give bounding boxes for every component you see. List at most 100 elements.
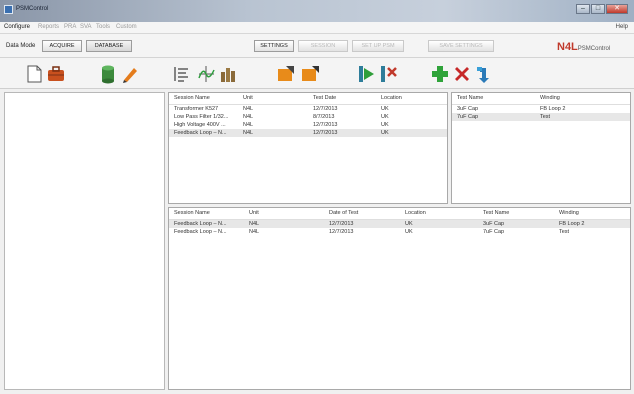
table-row[interactable]: 3uF Cap FB Loop 2: [452, 105, 630, 113]
table-cell: 3uF Cap: [483, 221, 505, 227]
refresh-icon[interactable]: [474, 64, 494, 84]
table-cell: 12/7/2013: [329, 229, 354, 235]
brand-logo: N4LPSMControl: [557, 41, 610, 53]
toolbar: [0, 58, 634, 89]
open-folder-icon[interactable]: [46, 64, 66, 84]
table-cell: UK: [381, 114, 389, 120]
edit-pencil-icon[interactable]: [120, 64, 140, 84]
table-cell: FB Loop 2: [559, 221, 585, 227]
menu-reports[interactable]: Reports: [38, 24, 59, 30]
mode-bar: Data Mode ACQUIRE DATABASE SETTINGS SESS…: [0, 34, 634, 58]
brand-product: PSMControl: [577, 46, 611, 52]
table-row[interactable]: Low Pass Filter 1/32... N4L 8/7/2013 UK: [169, 113, 447, 121]
table-cell: UK: [381, 122, 389, 128]
minimize-button[interactable]: –: [576, 4, 590, 14]
column-header[interactable]: Test Name: [457, 95, 483, 101]
window-title: PSMControl: [16, 6, 49, 12]
table-cell: UK: [381, 106, 389, 112]
table-cell: N4L: [243, 114, 254, 120]
column-header[interactable]: Test Date: [313, 95, 336, 101]
menu-custom[interactable]: Custom: [116, 24, 137, 30]
table-cell: 3uF Cap: [457, 106, 479, 112]
setup-psm-button[interactable]: SET UP PSM: [352, 40, 404, 52]
sessions-header: Session Name Unit Test Date Location: [169, 93, 447, 105]
tests-table[interactable]: Test Name Winding 3uF Cap FB Loop 2 7uF …: [451, 92, 631, 204]
table-cell: Test: [559, 229, 570, 235]
column-header[interactable]: Test Name: [483, 210, 509, 216]
table-cell: N4L: [243, 106, 254, 112]
maximize-button[interactable]: □: [591, 4, 605, 14]
table-cell: 7uF Cap: [457, 114, 479, 120]
table-cell: 7uF Cap: [483, 229, 505, 235]
acquire-button[interactable]: ACQUIRE: [42, 40, 82, 52]
graph-icon[interactable]: [196, 64, 216, 84]
delete-icon[interactable]: [452, 64, 472, 84]
results-header: Session Name Unit Date of Test Location …: [169, 208, 630, 220]
table-cell: Low Pass Filter 1/32...: [174, 114, 229, 120]
table-cell: Test: [540, 114, 551, 120]
list-icon[interactable]: [172, 64, 192, 84]
close-button[interactable]: ✕: [606, 4, 628, 14]
table-row-selected[interactable]: Feedback Loop – N... N4L 12/7/2013 UK: [169, 129, 447, 137]
menu-configure[interactable]: Configure: [4, 24, 30, 30]
menu-help[interactable]: Help: [616, 24, 628, 30]
table-cell: N4L: [243, 130, 254, 136]
table-cell: 8/7/2013: [313, 114, 335, 120]
table-cell: High Voltage 400V ...: [174, 122, 226, 128]
table-cell: N4L: [249, 221, 260, 227]
bar-chart-icon[interactable]: [218, 64, 238, 84]
table-cell: 12/7/2013: [329, 221, 354, 227]
import-icon[interactable]: [276, 64, 296, 84]
table-row[interactable]: Transformer K527 N4L 12/7/2013 UK: [169, 105, 447, 113]
column-header[interactable]: Location: [405, 210, 426, 216]
table-row-selected[interactable]: Feedback Loop – N... N4L 12/7/2013 UK 3u…: [169, 220, 630, 228]
brand-name: N4L: [557, 41, 578, 53]
window-controls: – □ ✕: [576, 4, 628, 14]
save-settings-button[interactable]: SAVE SETTINGS: [428, 40, 494, 52]
table-cell: UK: [381, 130, 389, 136]
session-button[interactable]: SESSION: [298, 40, 348, 52]
app-icon: [4, 5, 13, 14]
table-cell: Feedback Loop – N...: [174, 229, 227, 235]
menu-sva[interactable]: SVA: [80, 24, 92, 30]
export-icon[interactable]: [300, 64, 320, 84]
column-header[interactable]: Winding: [540, 95, 560, 101]
settings-button[interactable]: SETTINGS: [254, 40, 294, 52]
run-test-icon[interactable]: [356, 64, 376, 84]
column-header[interactable]: Winding: [559, 210, 579, 216]
table-cell: UK: [405, 221, 413, 227]
menu-tools[interactable]: Tools: [96, 24, 110, 30]
database-button[interactable]: DATABASE: [86, 40, 132, 52]
column-header[interactable]: Session Name: [174, 210, 210, 216]
tests-header: Test Name Winding: [452, 93, 630, 105]
table-cell: Feedback Loop – N...: [174, 130, 227, 136]
table-cell: 12/7/2013: [313, 130, 338, 136]
table-cell: N4L: [249, 229, 260, 235]
column-header[interactable]: Session Name: [174, 95, 210, 101]
table-row-selected[interactable]: 7uF Cap Test: [452, 113, 630, 121]
stop-test-icon[interactable]: [378, 64, 398, 84]
table-row[interactable]: Feedback Loop – N... N4L 12/7/2013 UK 7u…: [169, 228, 630, 236]
table-cell: 12/7/2013: [313, 106, 338, 112]
table-cell: Feedback Loop – N...: [174, 221, 227, 227]
results-table[interactable]: Session Name Unit Date of Test Location …: [168, 207, 631, 390]
table-row[interactable]: High Voltage 400V ... N4L 12/7/2013 UK: [169, 121, 447, 129]
table-cell: N4L: [243, 122, 254, 128]
table-cell: Transformer K527: [174, 106, 219, 112]
column-header[interactable]: Unit: [249, 210, 259, 216]
column-header[interactable]: Date of Test: [329, 210, 358, 216]
data-mode-label: Data Mode: [6, 43, 36, 49]
title-bar: PSMControl – □ ✕: [0, 0, 634, 22]
add-icon[interactable]: [430, 64, 450, 84]
new-document-icon[interactable]: [24, 64, 44, 84]
table-cell: 12/7/2013: [313, 122, 338, 128]
menu-bar: Configure Reports PRA SVA Tools Custom H…: [0, 22, 634, 34]
navigation-pane[interactable]: [4, 92, 165, 390]
menu-pra[interactable]: PRA: [64, 24, 76, 30]
column-header[interactable]: Unit: [243, 95, 253, 101]
column-header[interactable]: Location: [381, 95, 402, 101]
database-icon[interactable]: [98, 64, 118, 84]
sessions-table[interactable]: Session Name Unit Test Date Location Tra…: [168, 92, 448, 204]
table-cell: UK: [405, 229, 413, 235]
app-window: PSMControl – □ ✕ Configure Reports PRA S…: [0, 0, 634, 394]
